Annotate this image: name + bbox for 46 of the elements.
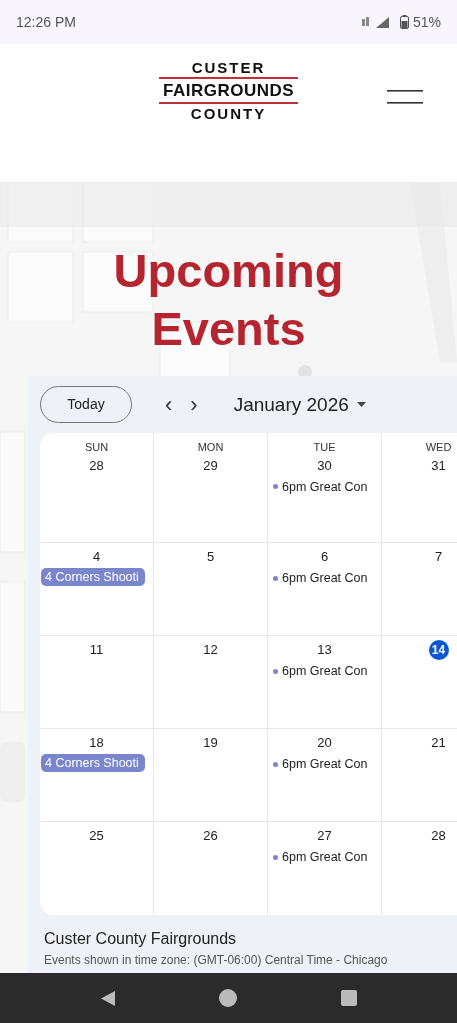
event-title[interactable]: 6pm Great Con [282, 662, 368, 681]
battery-icon [399, 15, 409, 29]
day-number[interactable]: 13 [314, 640, 335, 660]
event-title[interactable]: 6pm Great Con [282, 755, 368, 774]
calendar-name: Custer County Fairgrounds [44, 929, 238, 949]
day-number[interactable]: 29 [200, 455, 221, 476]
weekday-label: SUN [83, 440, 110, 455]
day-number[interactable]: 4 [86, 547, 107, 567]
day-number[interactable]: 12 [200, 640, 221, 660]
event-title[interactable]: 6pm Great Con [282, 569, 368, 588]
day-number[interactable]: 28 [428, 826, 449, 846]
timezone-note: Events shown in time zone: (GMT-06:00) Central Time - Chicago [44, 952, 389, 969]
day-number[interactable]: 18 [86, 733, 107, 753]
next-button[interactable]: › [181, 393, 207, 416]
event-title[interactable]: 6pm Great Con [282, 477, 368, 497]
weekday-label: TUE [312, 440, 337, 455]
day-number[interactable]: 27 [314, 826, 335, 846]
weekday-label: WED [424, 440, 453, 455]
home-icon[interactable] [219, 989, 238, 1007]
menu-button[interactable] [387, 90, 423, 104]
day-number[interactable]: 21 [428, 733, 449, 753]
day-number[interactable]: 26 [200, 826, 221, 846]
day-number[interactable]: 25 [86, 826, 107, 846]
status-time: 12:26 PM [16, 12, 76, 32]
recents-icon[interactable] [341, 990, 358, 1006]
logo-text: FAIRGROUNDS [158, 77, 299, 104]
day-number[interactable]: 19 [200, 733, 221, 753]
day-number[interactable]: 28 [86, 455, 107, 476]
caret-icon [356, 402, 366, 407]
page-title: Upcoming Events [112, 243, 345, 357]
day-number[interactable]: 20 [314, 733, 335, 753]
logo-text: CUSTER [191, 60, 266, 75]
day-number[interactable]: 11 [86, 640, 107, 660]
logo-text: COUNTY [190, 106, 267, 121]
event-title[interactable]: 6pm Great Con [282, 848, 368, 867]
battery-level: 51% [412, 12, 441, 32]
previous-button[interactable]: ‹ [156, 393, 182, 416]
back-icon[interactable] [99, 989, 116, 1007]
weekday-label: MON [196, 440, 225, 455]
day-number[interactable]: 7 [428, 547, 449, 567]
day-number[interactable]: 30 [314, 455, 335, 476]
day-number[interactable]: 14 [428, 640, 449, 660]
day-number[interactable]: 5 [200, 547, 221, 567]
month-dropdown[interactable]: January 2026 [224, 395, 375, 414]
day-number[interactable]: 6 [314, 547, 335, 567]
day-number[interactable]: 31 [428, 455, 449, 476]
